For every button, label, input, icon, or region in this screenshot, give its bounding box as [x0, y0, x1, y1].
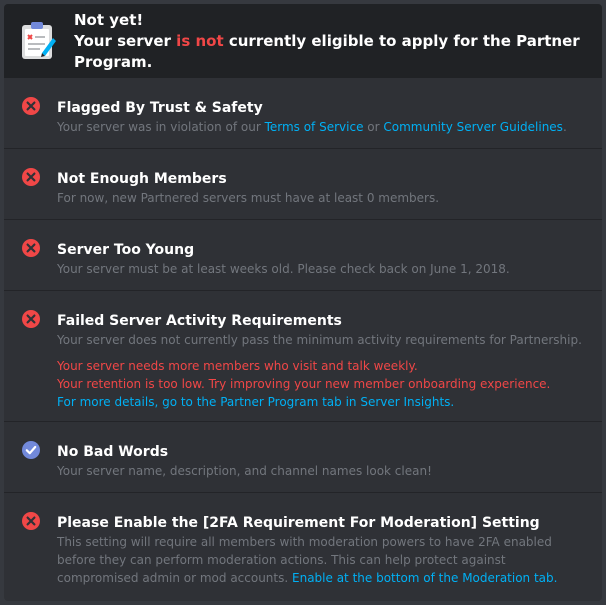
checkmark-circle-icon	[22, 441, 40, 459]
header-title: Not yet!	[74, 10, 144, 29]
requirement-description: For now, new Partnered servers must have…	[57, 191, 440, 205]
description-text: .	[562, 120, 567, 134]
community-guidelines-link[interactable]: Community Server Guidelines	[383, 120, 563, 134]
header-subtitle-pre: Your server	[74, 31, 177, 50]
x-circle-icon	[22, 168, 40, 186]
x-circle-icon	[22, 512, 40, 530]
header-negation: is not	[176, 31, 224, 50]
requirement-title: Not Enough Members	[57, 171, 227, 187]
clipboard-icon	[22, 22, 56, 59]
x-circle-icon	[22, 310, 40, 328]
requirement-description: This setting will require all members wi…	[57, 533, 588, 587]
requirement-row-2fa: Please Enable the [2FA Requirement For M…	[4, 493, 602, 601]
moderation-tab-link[interactable]: Enable at the bottom of the Moderation t…	[292, 571, 557, 585]
requirement-description: Your server must be at least weeks old. …	[57, 262, 510, 276]
requirement-row-bad-words: No Bad Words Your server name, descripti…	[4, 422, 602, 493]
server-insights-link[interactable]: For more details, go to the Partner Prog…	[57, 393, 588, 411]
requirement-title: Failed Server Activity Requirements	[57, 313, 342, 329]
requirement-row-trust-safety: Flagged By Trust & Safety Your server wa…	[4, 78, 602, 149]
requirement-row-server-age: Server Too Young Your server must be at …	[4, 220, 602, 291]
requirement-row-members: Not Enough Members For now, new Partnere…	[4, 149, 602, 220]
x-circle-icon	[22, 239, 40, 257]
requirement-title: No Bad Words	[57, 444, 169, 460]
description-text: Your server was in violation of our	[57, 120, 265, 134]
requirement-title: Flagged By Trust & Safety	[57, 100, 263, 116]
requirement-title: Please Enable the [2FA Requirement For M…	[57, 515, 540, 531]
activity-error-members: Your server needs more members who visit…	[57, 359, 418, 373]
requirement-title: Server Too Young	[57, 242, 195, 258]
activity-error-retention: Your retention is too low. Try improving…	[57, 377, 551, 391]
requirement-description: Your server name, description, and chann…	[57, 464, 432, 478]
header-subtitle: Your server is not currently eligible to…	[74, 31, 602, 73]
partner-eligibility-panel: Not yet! Your server is not currently el…	[4, 4, 602, 601]
requirement-description: Your server was in violation of our Term…	[57, 118, 588, 136]
x-circle-icon	[22, 97, 40, 115]
description-text: or	[363, 120, 384, 134]
terms-of-service-link[interactable]: Terms of Service	[265, 120, 364, 134]
requirement-row-activity: Failed Server Activity Requirements Your…	[4, 291, 602, 422]
requirement-description: Your server does not currently pass the …	[57, 333, 582, 347]
eligibility-message: Not yet! Your server is not currently el…	[74, 10, 602, 73]
eligibility-header: Not yet! Your server is not currently el…	[4, 4, 602, 78]
